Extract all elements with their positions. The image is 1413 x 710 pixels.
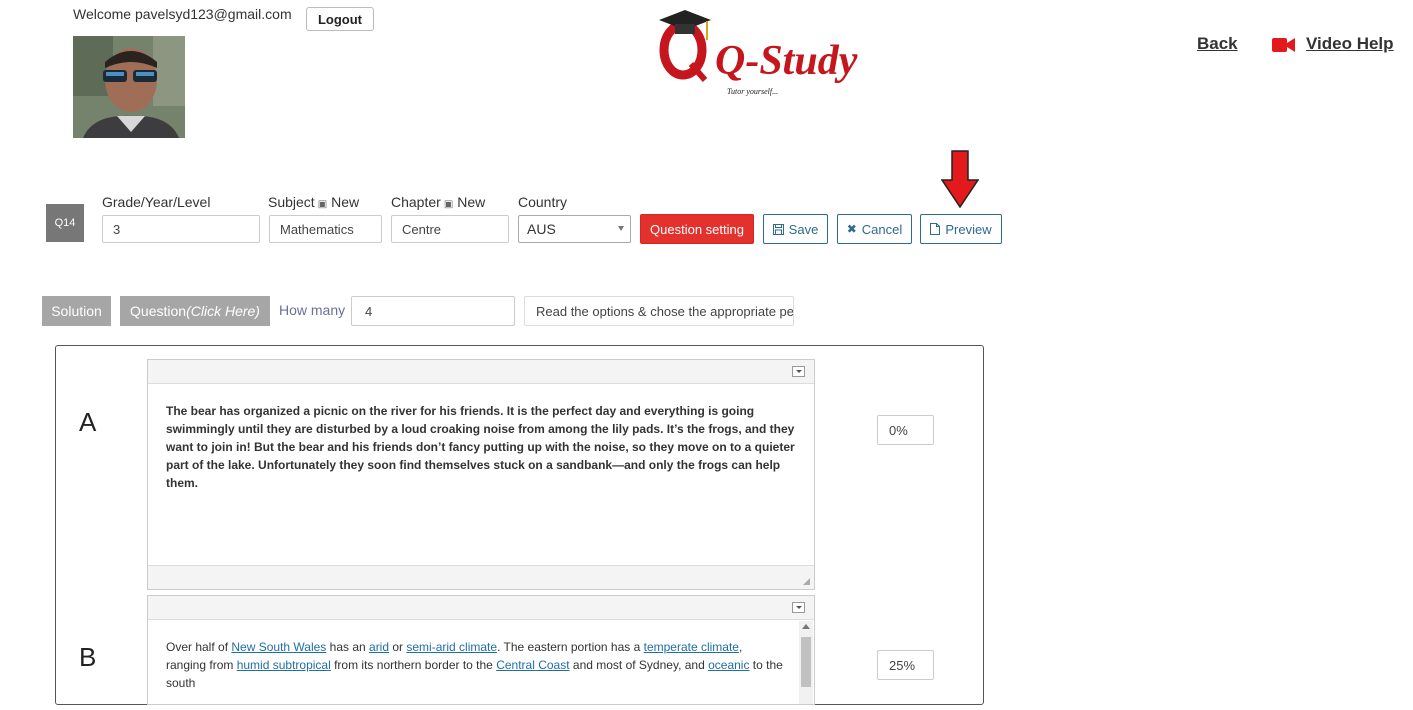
editor-status-bar bbox=[148, 565, 814, 589]
option-b-editor[interactable]: Over half of New South Wales has an arid… bbox=[147, 595, 815, 705]
collapse-toolbar-icon[interactable] bbox=[792, 602, 805, 613]
preview-button[interactable]: Preview bbox=[920, 214, 1002, 244]
text-segment: Over half of bbox=[166, 640, 232, 654]
save-icon bbox=[772, 223, 784, 235]
chevron-down-icon bbox=[618, 226, 624, 231]
chapter-label: Chapter ▣ New bbox=[391, 194, 485, 210]
link-central-coast[interactable]: Central Coast bbox=[496, 658, 569, 672]
link-temperate-climate[interactable]: temperate climate bbox=[644, 640, 739, 654]
how-many-label: How many bbox=[279, 302, 346, 318]
arrow-down-icon bbox=[940, 150, 980, 209]
subject-label: Subject ▣ New bbox=[268, 194, 359, 210]
option-b-text[interactable]: Over half of New South Wales has an arid… bbox=[148, 620, 814, 710]
q-study-logo: Q-Study Tutor yourself... bbox=[655, 8, 860, 100]
logo-text: Q-Study bbox=[715, 38, 858, 84]
link-semi-arid-climate[interactable]: semi-arid climate bbox=[406, 640, 497, 654]
cancel-button[interactable]: ✖ Cancel bbox=[837, 214, 912, 244]
instruction-input[interactable]: Read the options & chose the appropriate… bbox=[524, 296, 794, 326]
resize-handle-icon[interactable] bbox=[803, 578, 810, 585]
grade-label: Grade/Year/Level bbox=[102, 194, 211, 210]
avatar-photo bbox=[73, 36, 185, 138]
chapter-label-text: Chapter bbox=[391, 194, 441, 210]
text-segment: or bbox=[389, 640, 407, 654]
new-doc-icon[interactable]: ▣ bbox=[318, 199, 327, 210]
link-arid[interactable]: arid bbox=[369, 640, 389, 654]
back-link[interactable]: Back bbox=[1197, 34, 1238, 54]
link-humid-subtropical[interactable]: humid subtropical bbox=[237, 658, 331, 672]
video-camera-icon[interactable] bbox=[1272, 36, 1296, 54]
save-button-label: Save bbox=[788, 221, 819, 237]
text-segment: from its northern border to the bbox=[330, 658, 497, 672]
logo-tagline: Tutor yourself... bbox=[727, 87, 778, 96]
tab-question[interactable]: Question (Click Here) bbox=[120, 296, 270, 326]
subject-new-link[interactable]: New bbox=[331, 194, 359, 210]
subject-label-text: Subject bbox=[268, 194, 315, 210]
text-segment: . The eastern portion has a bbox=[497, 640, 644, 654]
avatar bbox=[73, 36, 185, 138]
preview-button-label: Preview bbox=[945, 221, 992, 237]
video-help-link[interactable]: Video Help bbox=[1306, 34, 1394, 54]
text-segment: and most of Sydney, and bbox=[569, 658, 709, 672]
editor-scrollbar[interactable] bbox=[799, 621, 813, 704]
chapter-new-link[interactable]: New bbox=[457, 194, 485, 210]
text-segment: has an bbox=[326, 640, 370, 654]
country-select-value: AUS bbox=[527, 221, 556, 237]
collapse-toolbar-icon[interactable] bbox=[792, 366, 805, 377]
option-a-percent-input[interactable]: 0% bbox=[877, 415, 934, 445]
question-setting-button[interactable]: Question setting bbox=[640, 214, 754, 244]
country-label: Country bbox=[518, 194, 568, 210]
logout-button[interactable]: Logout bbox=[306, 7, 374, 31]
link-oceanic[interactable]: oceanic bbox=[708, 658, 749, 672]
scroll-up-icon[interactable] bbox=[802, 624, 810, 629]
link-new-south-wales[interactable]: New South Wales bbox=[231, 640, 326, 654]
option-letter-b: B bbox=[79, 642, 97, 672]
grade-input[interactable]: 3 bbox=[102, 215, 260, 243]
option-letter-a: A bbox=[79, 407, 97, 437]
scrollbar-thumb[interactable] bbox=[801, 637, 811, 687]
welcome-text: Welcome pavelsyd123@gmail.com bbox=[73, 6, 292, 22]
option-a-editor[interactable]: The bear has organized a picnic on the r… bbox=[147, 359, 815, 590]
save-button[interactable]: Save bbox=[763, 214, 828, 244]
how-many-input[interactable]: 4 bbox=[351, 296, 515, 326]
country-select[interactable]: AUS bbox=[518, 215, 631, 243]
editor-toolbar bbox=[148, 360, 814, 384]
close-icon: ✖ bbox=[846, 222, 857, 236]
tab-solution[interactable]: Solution bbox=[42, 296, 111, 326]
editor-toolbar bbox=[148, 596, 814, 620]
tab-question-label: Question bbox=[130, 303, 187, 319]
subject-input[interactable]: Mathematics bbox=[269, 215, 382, 243]
tab-question-hint: (Click Here) bbox=[186, 303, 260, 319]
chapter-input[interactable]: Centre bbox=[391, 215, 509, 243]
new-doc-icon[interactable]: ▣ bbox=[444, 199, 453, 210]
cancel-button-label: Cancel bbox=[861, 221, 903, 237]
question-number-badge: Q14 bbox=[46, 204, 84, 242]
document-icon bbox=[930, 223, 941, 235]
option-a-text[interactable]: The bear has organized a picnic on the r… bbox=[148, 384, 814, 565]
